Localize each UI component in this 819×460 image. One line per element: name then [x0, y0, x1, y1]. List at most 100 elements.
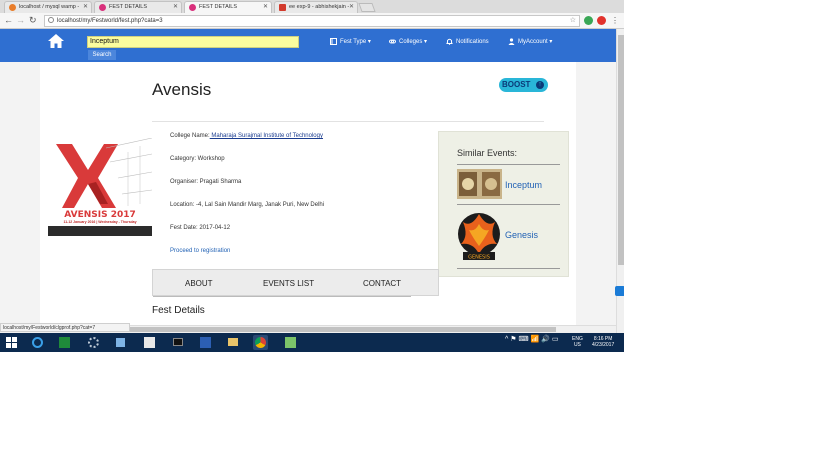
left-gutter	[0, 62, 40, 325]
browser-tab[interactable]: localhost / mysql wamp - ✕	[4, 1, 92, 13]
link-icon	[389, 39, 396, 44]
tab-contact[interactable]: CONTACT	[363, 279, 401, 289]
gmail-icon	[279, 4, 286, 11]
nav-label: Notifications	[456, 39, 489, 46]
status-bar: localhost/my/Festworld/clgprof.php?cat=7	[0, 323, 130, 332]
fest-title: Avensis	[152, 80, 212, 99]
section-title: Fest Details	[152, 305, 205, 316]
similar-event-item[interactable]: GENESIS Genesis	[457, 208, 538, 271]
back-icon[interactable]: ←	[4, 15, 13, 26]
search-input[interactable]: Inceptum	[87, 36, 299, 48]
inceptum-logo	[457, 169, 502, 199]
scrollbar-thumb[interactable]	[618, 35, 624, 265]
tab-underline	[153, 296, 411, 297]
similar-event-label[interactable]: Inceptum	[505, 180, 542, 190]
app-icon[interactable]	[142, 335, 157, 350]
browser-tab-label: localhost / mysql wamp -	[19, 4, 80, 10]
close-icon[interactable]: ✕	[263, 2, 268, 13]
scrollbar-thumb[interactable]	[120, 327, 556, 332]
address-bar: ← → ↻ localhost/my/Festworld/fest.php?ca…	[0, 13, 624, 29]
college-link[interactable]: Maharaja Surajmal Institute of Technolog…	[210, 133, 323, 139]
nav-colleges[interactable]: Colleges ▾	[389, 38, 427, 46]
boost-button[interactable]: BOOST ↑	[499, 78, 548, 92]
fest-poster: AVENSIS 2017 11-12 January 2016 | Wednes…	[48, 137, 153, 236]
page-icon	[189, 4, 196, 11]
opera-icon[interactable]	[597, 16, 606, 25]
home-icon[interactable]	[48, 34, 64, 48]
chrome-icon[interactable]	[253, 335, 268, 350]
page-info-icon[interactable]	[48, 17, 54, 23]
terminal-icon[interactable]	[170, 335, 185, 350]
poster-dates: 11-12 January 2016 | Wednesday - Thursda…	[63, 220, 137, 224]
divider	[457, 204, 560, 205]
divider	[457, 164, 560, 165]
nav-label: Colleges	[399, 39, 423, 46]
side-widget-icon[interactable]	[615, 286, 624, 296]
new-tab-button[interactable]	[358, 3, 376, 12]
fest-tabs: ABOUT EVENTS LIST CONTACT	[152, 269, 439, 297]
editor-icon[interactable]	[198, 335, 213, 350]
bell-icon	[446, 38, 453, 45]
chevron-down-icon: ▾	[366, 39, 371, 46]
close-icon[interactable]: ✕	[173, 2, 178, 13]
proceed-to-registration-link[interactable]: Proceed to registration	[170, 247, 230, 255]
similar-events-heading: Similar Events:	[457, 148, 518, 158]
browser-tab-label: FEST DETAILS	[199, 4, 238, 10]
page-icon	[99, 4, 106, 11]
poster-title: AVENSIS 2017	[64, 210, 136, 220]
browser-menu-icon[interactable]: ⋮	[611, 15, 619, 26]
nav-label: MyAccount	[518, 39, 548, 46]
internet-explorer-icon[interactable]	[30, 335, 45, 350]
college-name: College Name: Maharaja Surajmal Institut…	[170, 132, 323, 140]
browser-tab[interactable]: FEST DETAILS ✕	[94, 1, 182, 13]
right-gutter	[576, 62, 616, 325]
region-label: US	[573, 342, 581, 348]
genesis-logo: GENESIS	[458, 213, 500, 261]
site-navbar: Inceptum Search Fest Type ▾ Colleges ▾ N…	[0, 29, 616, 62]
reload-icon[interactable]: ↻	[29, 15, 37, 26]
file-explorer-icon[interactable]	[225, 335, 240, 350]
date-label: 4/23/2017	[592, 342, 615, 348]
browser-tab[interactable]: ee exp-9 - abhishekjain - ✕	[274, 1, 358, 13]
settings-gear-icon[interactable]	[86, 335, 101, 350]
chevron-down-icon: ▾	[422, 39, 428, 46]
url-input[interactable]: localhost/my/Festworld/fest.php?cata=3 ☆	[44, 15, 580, 27]
tab-events-list[interactable]: EVENTS LIST	[263, 279, 314, 289]
phpmyadmin-icon	[9, 4, 16, 11]
screen: localhost / mysql wamp - ✕ FEST DETAILS …	[0, 0, 624, 352]
fest-date: Fest Date: 2017-04-12	[170, 225, 231, 231]
notepad-icon[interactable]	[283, 335, 298, 350]
search-button[interactable]: Search	[88, 50, 116, 60]
start-windows-icon[interactable]	[4, 335, 19, 350]
nav-notifications[interactable]: Notifications	[446, 38, 489, 46]
clock[interactable]: 8:16 PM 4/23/2017	[592, 336, 614, 348]
location: Location: -4, Lal Sain Mandir Marg, Jana…	[170, 202, 325, 208]
browser-tab-label: ee exp-9 - abhishekjain -	[289, 4, 350, 10]
browser-tab-label: FEST DETAILS	[109, 4, 148, 10]
browser-tab-strip: localhost / mysql wamp - ✕ FEST DETAILS …	[0, 0, 624, 13]
nav-fest-type[interactable]: Fest Type ▾	[330, 38, 371, 46]
tray-icons[interactable]: ^ ⚑ ⌨ 📶 🔊 ▭	[505, 336, 558, 343]
tab-about[interactable]: ABOUT	[185, 279, 213, 289]
arrow-up-icon: ↑	[536, 81, 544, 89]
similar-event-label[interactable]: Genesis	[505, 230, 538, 240]
excel-icon[interactable]	[57, 335, 72, 350]
similar-event-item[interactable]: Inceptum	[457, 169, 542, 204]
forward-icon[interactable]: →	[16, 15, 25, 26]
close-icon[interactable]: ✕	[349, 2, 354, 13]
browser-tab-active[interactable]: FEST DETAILS ✕	[184, 1, 272, 13]
close-icon[interactable]: ✕	[83, 2, 88, 13]
book-icon	[330, 38, 337, 45]
nav-label: Fest Type	[340, 39, 367, 46]
organiser: Organiser: Pragati Sharma	[170, 179, 242, 185]
language-indicator[interactable]: ENG US	[572, 336, 583, 348]
network-app-icon[interactable]	[113, 335, 128, 350]
url-text: localhost/my/Festworld/fest.php?cata=3	[57, 18, 163, 24]
genesis-logo-text: GENESIS	[468, 255, 490, 261]
extension-icon[interactable]	[584, 16, 593, 25]
nav-my-account[interactable]: MyAccount ▾	[508, 38, 552, 46]
divider	[152, 121, 544, 122]
bookmark-star-icon[interactable]: ☆	[570, 16, 576, 26]
taskbar: ^ ⚑ ⌨ 📶 🔊 ▭ ENG US 8:16 PM 4/23/2017	[0, 333, 624, 352]
boost-label: BOOST	[502, 80, 531, 89]
